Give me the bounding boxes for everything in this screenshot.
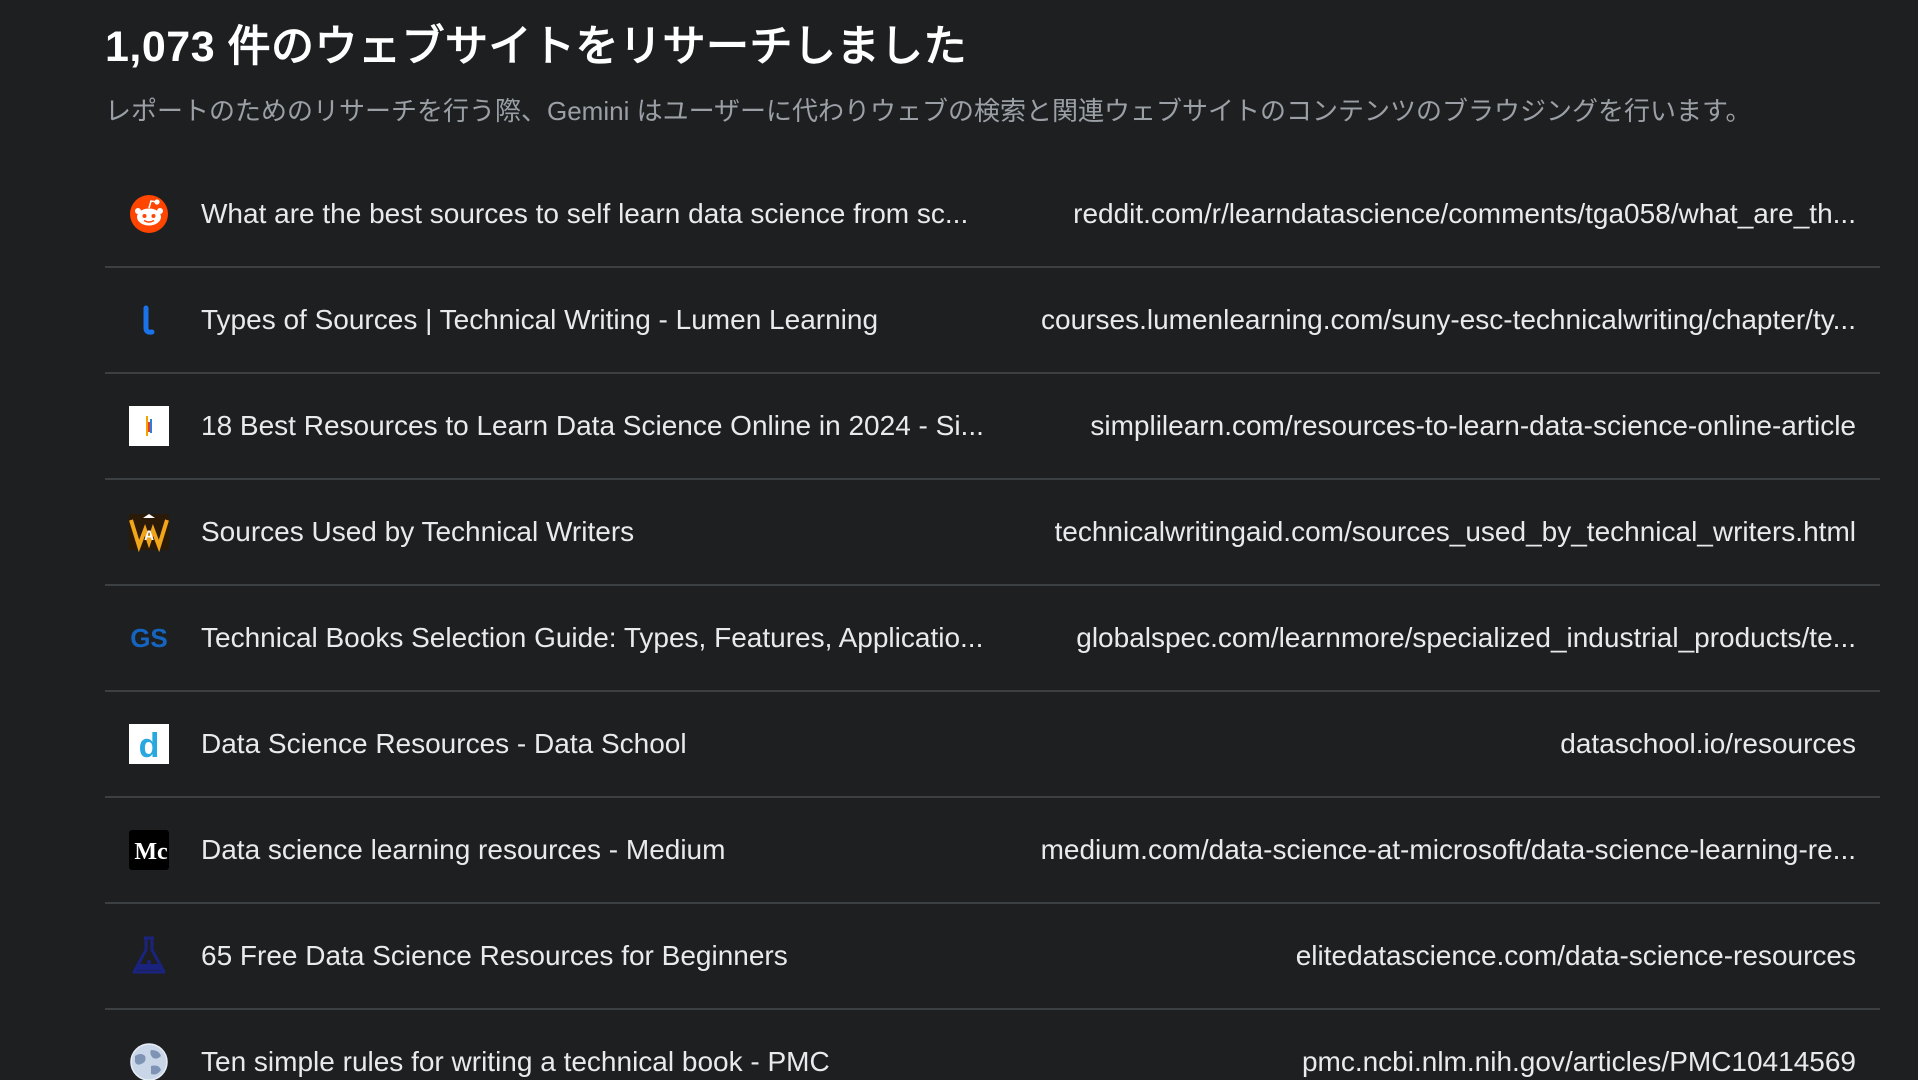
technicalwritingaid-icon: A bbox=[129, 512, 169, 552]
source-title: Sources Used by Technical Writers bbox=[201, 516, 635, 547]
svg-text:Mc: Mc bbox=[134, 839, 168, 865]
lumen-learning-icon bbox=[129, 300, 169, 340]
source-url[interactable]: reddit.com/r/learndatascience/comments/t… bbox=[1073, 198, 1856, 230]
source-list: What are the best sources to self learn … bbox=[105, 162, 1880, 1080]
source-title: What are the best sources to self learn … bbox=[201, 198, 969, 229]
svg-text:GS: GS bbox=[130, 623, 168, 653]
dataschool-icon: d bbox=[129, 724, 169, 764]
source-row-elitedatascience[interactable]: 65 Free Data Science Resources for Begin… bbox=[105, 904, 1880, 1010]
source-title: 65 Free Data Science Resources for Begin… bbox=[201, 940, 788, 971]
simplilearn-icon bbox=[129, 406, 169, 446]
header: 1,073 件のウェブサイトをリサーチしました レポートのためのリサーチを行う際… bbox=[105, 18, 1878, 128]
source-row-medium[interactable]: Mc Data science learning resources - Med… bbox=[105, 798, 1880, 904]
source-row-globalspec[interactable]: GS Technical Books Selection Guide: Type… bbox=[105, 586, 1880, 692]
source-row-lumen[interactable]: Types of Sources | Technical Writing - L… bbox=[105, 268, 1880, 374]
page-title: 1,073 件のウェブサイトをリサーチしました bbox=[105, 23, 968, 71]
elitedatascience-flask-icon bbox=[129, 936, 169, 976]
source-url[interactable]: technicalwritingaid.com/sources_used_by_… bbox=[1055, 516, 1857, 548]
research-sources-panel: 1,073 件のウェブサイトをリサーチしました レポートのためのリサーチを行う際… bbox=[0, 0, 1918, 1080]
reddit-icon bbox=[129, 194, 169, 234]
source-url[interactable]: pmc.ncbi.nlm.nih.gov/articles/PMC1041456… bbox=[1302, 1046, 1856, 1078]
source-title: Ten simple rules for writing a technical… bbox=[201, 1046, 830, 1077]
source-title: Data Science Resources - Data School bbox=[201, 728, 687, 759]
source-row-technicalwritingaid[interactable]: A Sources Used by Technical Writers tech… bbox=[105, 480, 1880, 586]
source-url[interactable]: medium.com/data-science-at-microsoft/dat… bbox=[1041, 834, 1856, 866]
source-row-simplilearn[interactable]: 18 Best Resources to Learn Data Science … bbox=[105, 374, 1880, 480]
svg-text:A: A bbox=[144, 527, 154, 543]
page-subtitle: レポートのためのリサーチを行う際、Gemini はユーザーに代わりウェブの検索と… bbox=[105, 96, 1752, 126]
source-title: 18 Best Resources to Learn Data Science … bbox=[201, 410, 984, 441]
svg-text:d: d bbox=[139, 727, 160, 764]
globalspec-icon: GS bbox=[129, 618, 169, 658]
source-title: Technical Books Selection Guide: Types, … bbox=[201, 622, 984, 653]
source-row-reddit[interactable]: What are the best sources to self learn … bbox=[105, 162, 1880, 268]
source-url[interactable]: globalspec.com/learnmore/specialized_ind… bbox=[1076, 622, 1856, 654]
source-url[interactable]: courses.lumenlearning.com/suny-esc-techn… bbox=[1041, 304, 1856, 336]
source-url[interactable]: dataschool.io/resources bbox=[1560, 728, 1856, 760]
source-row-pmc[interactable]: Ten simple rules for writing a technical… bbox=[105, 1010, 1880, 1080]
source-row-dataschool[interactable]: d Data Science Resources - Data School d… bbox=[105, 692, 1880, 798]
medium-icon: Mc bbox=[129, 830, 169, 870]
source-title: Data science learning resources - Medium bbox=[201, 834, 726, 865]
source-title: Types of Sources | Technical Writing - L… bbox=[201, 304, 879, 335]
globe-icon bbox=[129, 1042, 169, 1080]
source-url[interactable]: simplilearn.com/resources-to-learn-data-… bbox=[1090, 410, 1856, 442]
source-url[interactable]: elitedatascience.com/data-science-resour… bbox=[1296, 940, 1856, 972]
